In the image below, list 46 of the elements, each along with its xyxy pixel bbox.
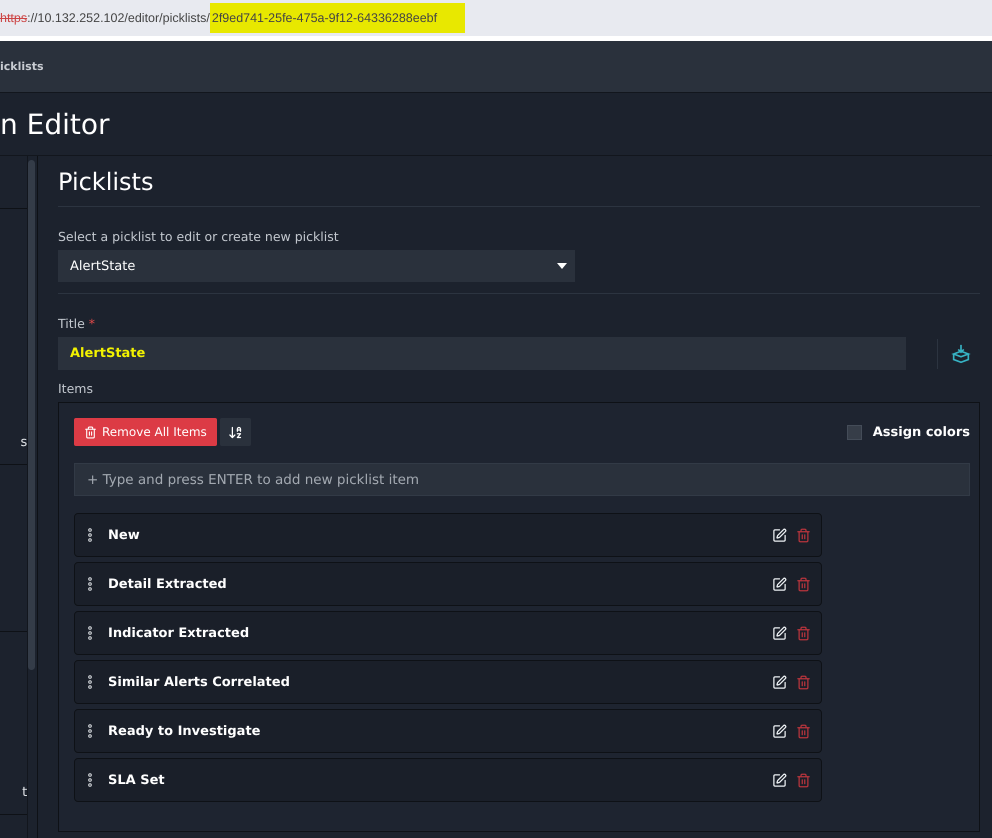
box-download-icon[interactable]: [950, 342, 972, 364]
item-label: Similar Alerts Correlated: [108, 674, 290, 690]
assign-colors-label: Assign colors: [872, 424, 970, 440]
required-mark: *: [88, 316, 96, 331]
delete-icon[interactable]: [796, 724, 811, 738]
edit-icon[interactable]: [772, 528, 787, 542]
caret-icon: [557, 263, 567, 269]
drag-handle-icon[interactable]: [87, 626, 93, 640]
title-field[interactable]: AlertState: [58, 337, 906, 370]
sort-button[interactable]: [220, 418, 251, 446]
delete-icon[interactable]: [796, 528, 811, 542]
url-path: ://10.132.252.102/editor/picklists/: [27, 11, 210, 25]
picklist-select[interactable]: AlertState: [58, 250, 575, 282]
page-title: n Editor: [0, 108, 110, 140]
drag-handle-icon[interactable]: [87, 528, 93, 542]
drag-handle-icon[interactable]: [87, 675, 93, 689]
select-label: Select a picklist to edit or create new picklist: [58, 229, 340, 244]
delete-icon[interactable]: [796, 674, 811, 690]
section-title: Picklists: [58, 156, 980, 207]
edit-icon[interactable]: [772, 626, 787, 640]
edit-icon[interactable]: [772, 724, 787, 738]
drag-handle-icon[interactable]: [87, 577, 93, 591]
drag-handle-icon[interactable]: [87, 724, 93, 738]
items-label: Items: [58, 381, 94, 396]
url-scheme: https: [0, 11, 28, 25]
title-label: Title: [58, 316, 85, 331]
trash-icon: [84, 426, 97, 438]
edit-icon[interactable]: [772, 674, 787, 690]
scrollbar-thumb[interactable]: [28, 160, 36, 670]
item-label: Detail Extracted: [108, 576, 227, 592]
url-id: 2f9ed741-25fe-475a-9f12-64336288eebf: [210, 3, 466, 33]
edit-icon[interactable]: [772, 576, 787, 592]
delete-icon[interactable]: [796, 772, 811, 788]
assign-colors-checkbox[interactable]: [846, 424, 862, 440]
item-label: Ready to Investigate: [108, 724, 260, 738]
delete-icon[interactable]: [796, 576, 811, 592]
breadcrumb[interactable]: icklists: [0, 60, 44, 73]
drag-handle-icon[interactable]: [87, 773, 93, 787]
item-label: New: [108, 528, 140, 542]
item-label: Indicator Extracted: [108, 626, 250, 640]
item-label: SLA Set: [108, 772, 165, 788]
new-item-input[interactable]: + Type and press ENTER to add new picklist item: [74, 463, 970, 496]
remove-all-button[interactable]: Remove All Items: [74, 418, 217, 446]
edit-icon[interactable]: [772, 772, 787, 788]
sort-icon: [228, 424, 243, 440]
delete-icon[interactable]: [796, 626, 811, 640]
